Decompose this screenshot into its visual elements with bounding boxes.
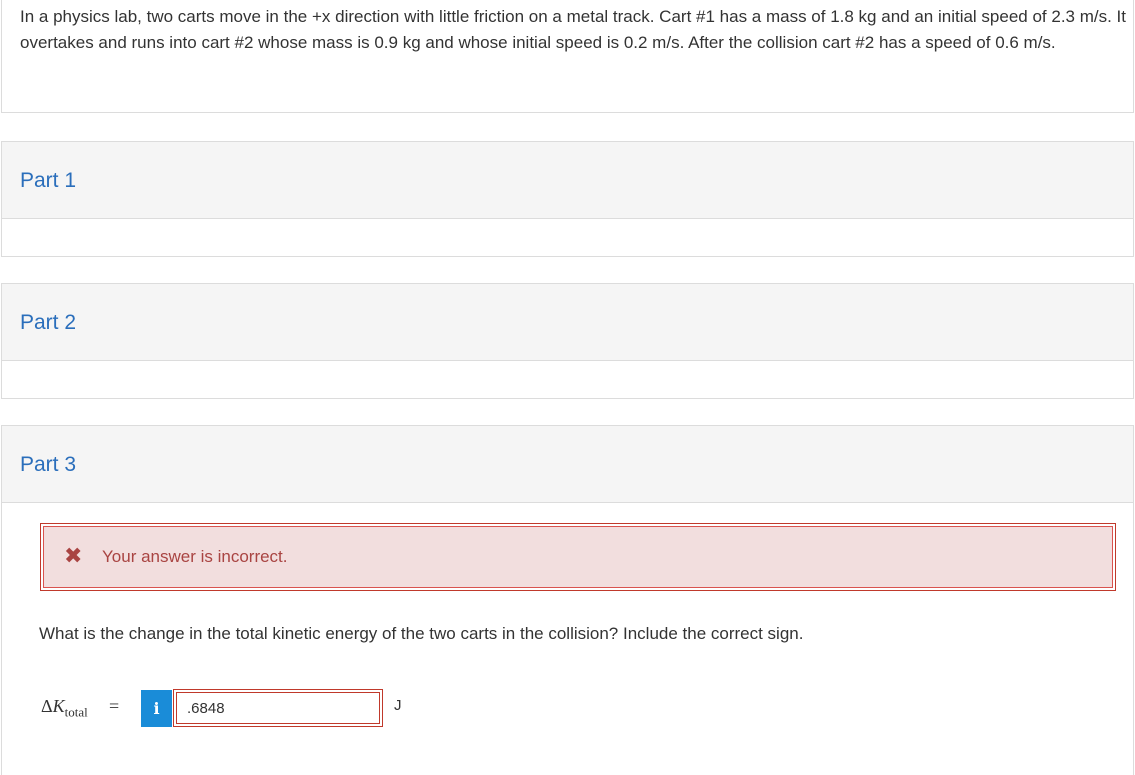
part-3-header[interactable]: Part 3 bbox=[2, 426, 1133, 503]
answer-unit: J bbox=[394, 697, 402, 714]
part-3-title[interactable]: Part 3 bbox=[20, 452, 76, 478]
answer-input-wrapper bbox=[173, 689, 383, 727]
incorrect-feedback-inner: ✖ Your answer is incorrect. bbox=[43, 526, 1113, 588]
info-icon[interactable]: i bbox=[141, 690, 172, 727]
question-text: In a physics lab, two carts move in the … bbox=[20, 7, 1126, 52]
incorrect-feedback-message: Your answer is incorrect. bbox=[102, 547, 288, 566]
assignment-page: In a physics lab, two carts move in the … bbox=[0, 0, 1135, 775]
part-1-card: Part 1 bbox=[1, 141, 1134, 257]
part-3-card: Part 3 ✖ Your answer is incorrect. What … bbox=[1, 425, 1134, 775]
answer-input[interactable] bbox=[176, 692, 380, 724]
part-1-body bbox=[2, 219, 1133, 256]
incorrect-feedback-box: ✖ Your answer is incorrect. bbox=[40, 523, 1116, 591]
equals-sign: = bbox=[109, 696, 120, 716]
answer-row: ΔKtotal = i J bbox=[39, 688, 459, 728]
part-2-card: Part 2 bbox=[1, 283, 1134, 399]
x-icon: ✖ bbox=[64, 543, 83, 568]
question-card: In a physics lab, two carts move in the … bbox=[1, 0, 1134, 113]
part-2-body bbox=[2, 361, 1133, 398]
part-2-title[interactable]: Part 2 bbox=[20, 310, 76, 336]
variable-subscript: total bbox=[64, 704, 88, 720]
part-1-title[interactable]: Part 1 bbox=[20, 168, 76, 194]
delta-symbol: Δ bbox=[41, 696, 53, 716]
part-2-header[interactable]: Part 2 bbox=[2, 284, 1133, 361]
question-prompt: What is the change in the total kinetic … bbox=[39, 624, 804, 643]
part-1-header[interactable]: Part 1 bbox=[2, 142, 1133, 219]
answer-variable-label: ΔKtotal bbox=[41, 696, 88, 721]
variable-k: K bbox=[52, 696, 65, 716]
